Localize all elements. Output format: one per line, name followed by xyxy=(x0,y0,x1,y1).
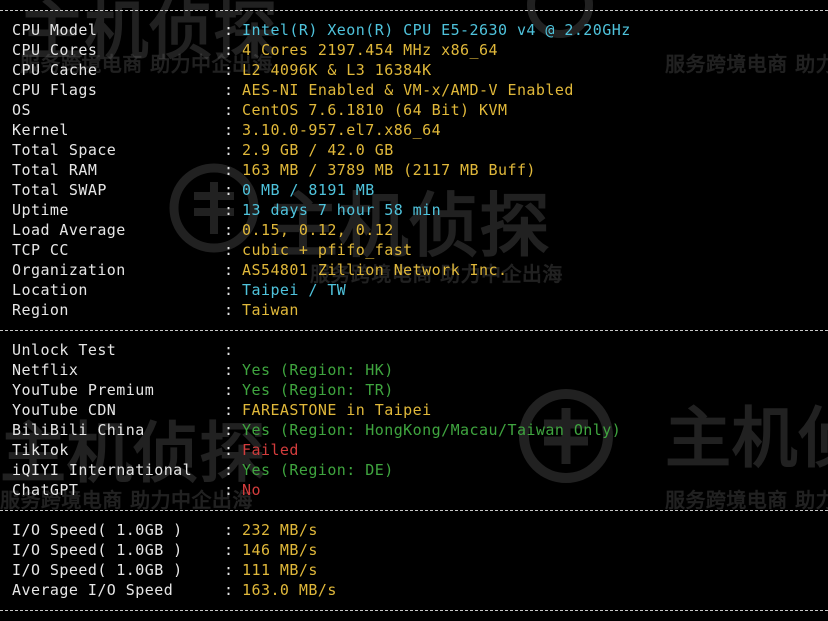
row-label: CPU Flags xyxy=(12,81,98,99)
row-label: OS xyxy=(12,101,31,119)
watermark-slogan-top-right: 服务跨境电商 助力中企出海 xyxy=(665,52,828,76)
row-colon: : xyxy=(224,101,234,119)
row-colon: : xyxy=(224,421,234,439)
row-label: Uptime xyxy=(12,201,69,219)
watermark-brand-right: 主机侦探 xyxy=(665,400,828,477)
row-colon: : xyxy=(224,41,234,59)
row-label: Unlock Test xyxy=(12,341,117,359)
row-label: Total Space xyxy=(12,141,117,159)
row-label: I/O Speed( 1.0GB ) xyxy=(12,521,183,539)
row-value: 13 days 7 hour 58 min xyxy=(242,201,442,219)
row-colon: : xyxy=(224,461,234,479)
separator xyxy=(0,330,828,331)
row-label: YouTube Premium xyxy=(12,381,155,399)
row-colon: : xyxy=(224,301,234,319)
row-label: Total SWAP xyxy=(12,181,107,199)
separator xyxy=(0,10,828,11)
row-label: Kernel xyxy=(12,121,69,139)
row-colon: : xyxy=(224,261,234,279)
row-value: No xyxy=(242,481,261,499)
row-value: 0 MB / 8191 MB xyxy=(242,181,375,199)
row-colon: : xyxy=(224,181,234,199)
row-colon: : xyxy=(224,241,234,259)
row-colon: : xyxy=(224,141,234,159)
row-colon: : xyxy=(224,121,234,139)
row-value: L2 4096K & L3 16384K xyxy=(242,61,432,79)
row-colon: : xyxy=(224,81,234,99)
row-label: Organization xyxy=(12,261,126,279)
row-label: Netflix xyxy=(12,361,79,379)
row-colon: : xyxy=(224,561,234,579)
row-label: TCP CC xyxy=(12,241,69,259)
row-label: I/O Speed( 1.0GB ) xyxy=(12,541,183,559)
row-colon: : xyxy=(224,541,234,559)
row-label: CPU Cache xyxy=(12,61,98,79)
row-value: 2.9 GB / 42.0 GB xyxy=(242,141,394,159)
row-label: Total RAM xyxy=(12,161,98,179)
row-label: ChatGPT xyxy=(12,481,79,499)
row-colon: : xyxy=(224,441,234,459)
row-colon: : xyxy=(224,381,234,399)
row-value: 4 Cores 2197.454 MHz x86_64 xyxy=(242,41,498,59)
row-value: FAREASTONE in Taipei xyxy=(242,401,432,419)
row-value: 232 MB/s xyxy=(242,521,318,539)
row-value: Taipei / TW xyxy=(242,281,347,299)
row-colon: : xyxy=(224,201,234,219)
row-value: 163 MB / 3789 MB (2117 MB Buff) xyxy=(242,161,536,179)
row-value: Yes (Region: HongKong/Macau/Taiwan Only) xyxy=(242,421,622,439)
row-value: Yes (Region: TR) xyxy=(242,381,394,399)
row-colon: : xyxy=(224,221,234,239)
separator xyxy=(0,610,828,611)
row-colon: : xyxy=(224,21,234,39)
row-value: Yes (Region: DE) xyxy=(242,461,394,479)
row-colon: : xyxy=(224,481,234,499)
row-value: AS54801 Zillion Network Inc. xyxy=(242,261,508,279)
row-label: BiliBili China xyxy=(12,421,145,439)
row-label: YouTube CDN xyxy=(12,401,117,419)
row-colon: : xyxy=(224,281,234,299)
row-label: Load Average xyxy=(12,221,126,239)
row-label: iQIYI International xyxy=(12,461,193,479)
row-value: 146 MB/s xyxy=(242,541,318,559)
row-value: AES-NI Enabled & VM-x/AMD-V Enabled xyxy=(242,81,574,99)
row-value: 163.0 MB/s xyxy=(242,581,337,599)
row-colon: : xyxy=(224,161,234,179)
row-label: I/O Speed( 1.0GB ) xyxy=(12,561,183,579)
row-value: cubic + pfifo_fast xyxy=(242,241,413,259)
row-colon: : xyxy=(224,61,234,79)
row-value: Intel(R) Xeon(R) CPU E5-2630 v4 @ 2.20GH… xyxy=(242,21,631,39)
row-colon: : xyxy=(224,401,234,419)
watermark-slogan-bottom-right: 服务跨境电商 助力中企出海 xyxy=(665,488,828,512)
row-label: TikTok xyxy=(12,441,69,459)
row-colon: : xyxy=(224,341,234,359)
row-label: Region xyxy=(12,301,69,319)
row-colon: : xyxy=(224,581,234,599)
row-value: CentOS 7.6.1810 (64 Bit) KVM xyxy=(242,101,508,119)
row-value: 3.10.0-957.el7.x86_64 xyxy=(242,121,442,139)
row-label: CPU Cores xyxy=(12,41,98,59)
separator xyxy=(0,510,828,511)
row-value: 111 MB/s xyxy=(242,561,318,579)
row-label: Average I/O Speed xyxy=(12,581,174,599)
row-colon: : xyxy=(224,521,234,539)
row-label: CPU Model xyxy=(12,21,98,39)
row-value: Yes (Region: HK) xyxy=(242,361,394,379)
row-colon: : xyxy=(224,361,234,379)
row-value: Failed xyxy=(242,441,299,459)
row-value: 0.15, 0.12, 0.12 xyxy=(242,221,394,239)
row-value: Taiwan xyxy=(242,301,299,319)
row-label: Location xyxy=(12,281,88,299)
terminal-window[interactable]: 主机侦探 服务跨境电商 助力中企出海 服务跨境电商 助力中企出海 主机侦探 服务… xyxy=(0,0,828,621)
